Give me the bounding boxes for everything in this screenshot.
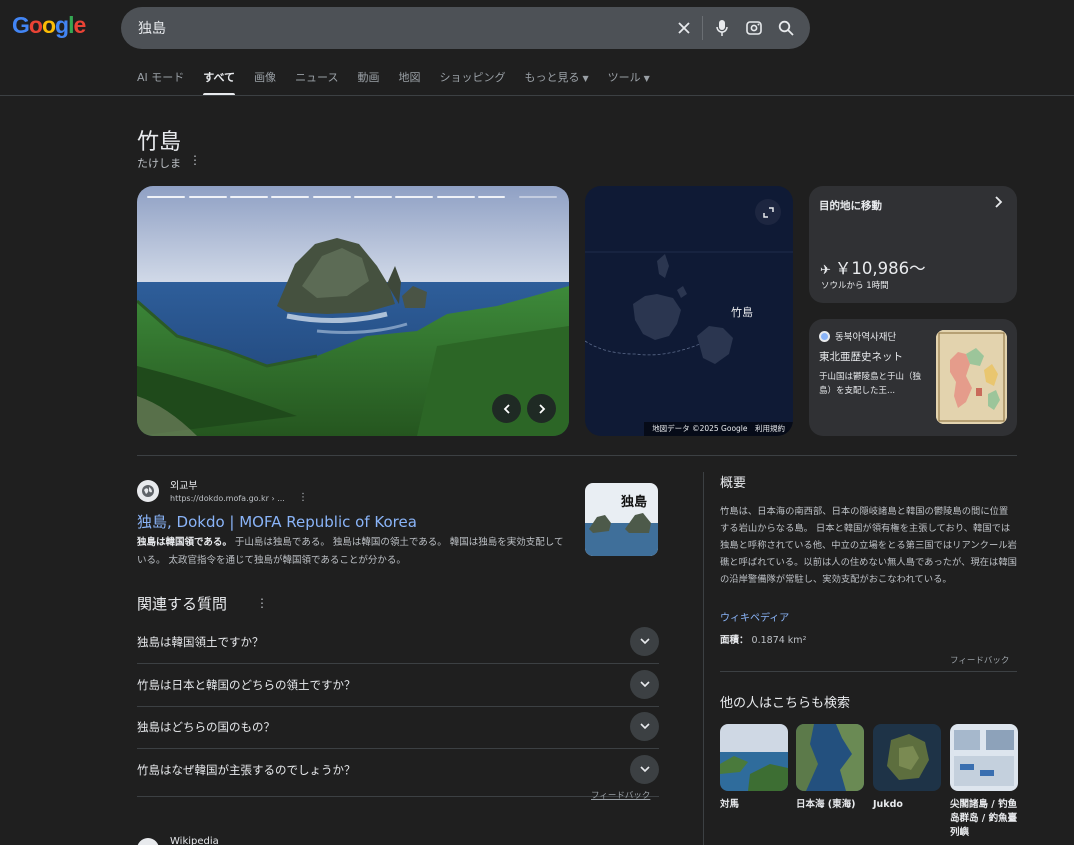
- map-place-label: 竹島: [731, 306, 753, 319]
- photo-next-button[interactable]: [527, 394, 556, 423]
- jukdo-image: [873, 724, 941, 791]
- paa-question-2[interactable]: 竹島は日本と韓国のどちらの領土ですか？: [137, 664, 659, 707]
- clear-icon[interactable]: [674, 18, 694, 38]
- header-divider: [0, 95, 1074, 96]
- also-search-sea-of-japan[interactable]: 日本海 (東海): [796, 724, 864, 812]
- flight-price: ✈ ￥10,986〜: [820, 259, 926, 278]
- panel-divider: [720, 671, 1017, 672]
- entity-title: 竹島: [137, 130, 182, 155]
- search-input[interactable]: [138, 7, 658, 49]
- flight-origin: ソウルから 1時間: [821, 281, 889, 291]
- map-expand-button[interactable]: [755, 199, 781, 225]
- camera-lens-icon[interactable]: [744, 18, 764, 38]
- chevron-right-icon: [993, 196, 1003, 212]
- tab-tools[interactable]: ツール ▼: [608, 60, 650, 96]
- paa-question-4[interactable]: 竹島はなぜ韓国が主張するのでしょうか？: [137, 749, 659, 797]
- tab-news[interactable]: ニュース: [295, 60, 338, 96]
- microphone-icon[interactable]: [712, 18, 732, 38]
- destination-card[interactable]: 目的地に移動 ✈ ￥10,986〜 ソウルから 1時間: [809, 186, 1017, 303]
- caret-down-icon: ▼: [643, 74, 650, 83]
- search-divider: [702, 16, 703, 40]
- result-favicon-icon[interactable]: [137, 838, 159, 845]
- result-snippet: 独島は韓国領である。 于山島は独島である。 独島は韓国の領土である。 韓国は独島…: [137, 537, 564, 566]
- photo-progress-segment: [313, 196, 351, 198]
- source-snippet: 于山国は鬱陵島と于山（独島）を支配した王...: [819, 372, 922, 396]
- result-thumbnail[interactable]: 独島: [585, 483, 658, 556]
- tab-more[interactable]: もっと見る ▼: [525, 60, 589, 96]
- globe-icon[interactable]: [137, 480, 159, 502]
- source-name: 동북아역사재단: [835, 332, 897, 343]
- result-site-name[interactable]: Wikipedia: [170, 836, 219, 845]
- photo-progress-segment: [189, 196, 227, 198]
- photo-prev-button[interactable]: [492, 394, 521, 423]
- paa-question-1[interactable]: 独島は韓国領土ですか？: [137, 621, 659, 664]
- result-title-link[interactable]: 独島, Dokdo | MOFA Republic of Korea: [137, 511, 417, 532]
- paa-title: 関連する質問: [137, 595, 228, 613]
- wikipedia-link[interactable]: ウィキペディア: [720, 609, 789, 624]
- tab-all[interactable]: すべて: [203, 60, 235, 96]
- paa-question-3[interactable]: 独島はどちらの国のもの？: [137, 706, 659, 749]
- photo-progress-segment: [354, 196, 392, 198]
- tsushima-image: [720, 724, 788, 791]
- tab-ai-mode[interactable]: AI モード: [137, 60, 184, 96]
- overview-title: 概要: [720, 476, 747, 491]
- column-divider: [703, 472, 704, 845]
- historical-map-thumbnail: [936, 330, 1007, 424]
- source-favicon-icon: [819, 331, 830, 342]
- more-vert-icon[interactable]: ⋮: [298, 492, 308, 503]
- chevron-down-icon[interactable]: [630, 755, 659, 784]
- people-also-search-title: 他の人はこちらも検索: [720, 696, 851, 711]
- chevron-down-icon[interactable]: [630, 670, 659, 699]
- tab-videos[interactable]: 動画: [358, 60, 380, 96]
- photo-progress-segment: [271, 196, 309, 198]
- more-vert-icon[interactable]: ⋮: [189, 153, 201, 167]
- map-attribution[interactable]: 地図データ ©2025 Google 利用規約: [644, 422, 793, 436]
- airplane-icon: ✈: [820, 263, 831, 278]
- overview-feedback-link[interactable]: フィードバック: [950, 654, 1009, 666]
- search-tabs: AI モード すべて 画像 ニュース 動画 地図 ショッピング もっと見る ▼ ツ…: [137, 60, 669, 96]
- also-search-jukdo[interactable]: Jukdo: [873, 724, 941, 812]
- source-title: 東北亜歴史ネット: [819, 351, 903, 363]
- source-card[interactable]: 동북아역사재단 東北亜歴史ネット 于山国は鬱陵島と于山（独島）を支配した王...: [809, 319, 1017, 436]
- chevron-down-icon[interactable]: [630, 712, 659, 741]
- also-search-senkaku[interactable]: 尖閣諸島 / 钓鱼岛群岛 / 釣魚臺列嶼: [950, 724, 1018, 840]
- chevron-left-icon: [503, 403, 510, 414]
- area-fact: 面積： 0.1874 km²: [720, 635, 807, 646]
- paa-feedback-link[interactable]: フィードバック: [591, 789, 650, 801]
- tab-maps[interactable]: 地図: [399, 60, 421, 96]
- chevron-down-icon[interactable]: [630, 627, 659, 656]
- destination-title: 目的地に移動: [819, 200, 882, 212]
- senkaku-image: [950, 724, 1018, 791]
- result-site-name[interactable]: 외교부: [170, 477, 198, 492]
- entity-subtitle: たけしま: [137, 157, 181, 170]
- result-url[interactable]: https://dokdo.mofa.go.kr › ...: [170, 494, 285, 503]
- map-panel[interactable]: 竹島 地図データ ©2025 Google 利用規約: [585, 186, 793, 436]
- photo-progress-segment: [437, 196, 475, 198]
- photo-progress-segment: [147, 196, 185, 198]
- entity-photo[interactable]: [137, 186, 569, 436]
- photo-progress-segment: [519, 196, 557, 198]
- photo-progress-segment: [395, 196, 433, 198]
- caret-down-icon: ▼: [582, 74, 589, 83]
- photo-progress-segment: [478, 196, 505, 198]
- overview-description: 竹島は、日本海の南西部、日本の隠岐諸島と韓国の鬱陵島の間に位置する岩山からなる島…: [720, 506, 1017, 585]
- sea-of-japan-image: [796, 724, 864, 791]
- tab-shopping[interactable]: ショッピング: [440, 60, 506, 96]
- thumbnail-caption: 独島: [621, 495, 648, 510]
- tab-images[interactable]: 画像: [254, 60, 276, 96]
- more-vert-icon[interactable]: ⋮: [256, 596, 268, 610]
- search-box[interactable]: [121, 7, 810, 49]
- chevron-right-icon: [538, 403, 545, 414]
- expand-icon: [762, 206, 774, 218]
- photo-progress-segment: [230, 196, 268, 198]
- search-icon[interactable]: [776, 18, 796, 38]
- also-search-tsushima[interactable]: 対馬: [720, 724, 788, 812]
- section-divider: [137, 455, 1017, 456]
- google-logo[interactable]: Google: [12, 12, 86, 39]
